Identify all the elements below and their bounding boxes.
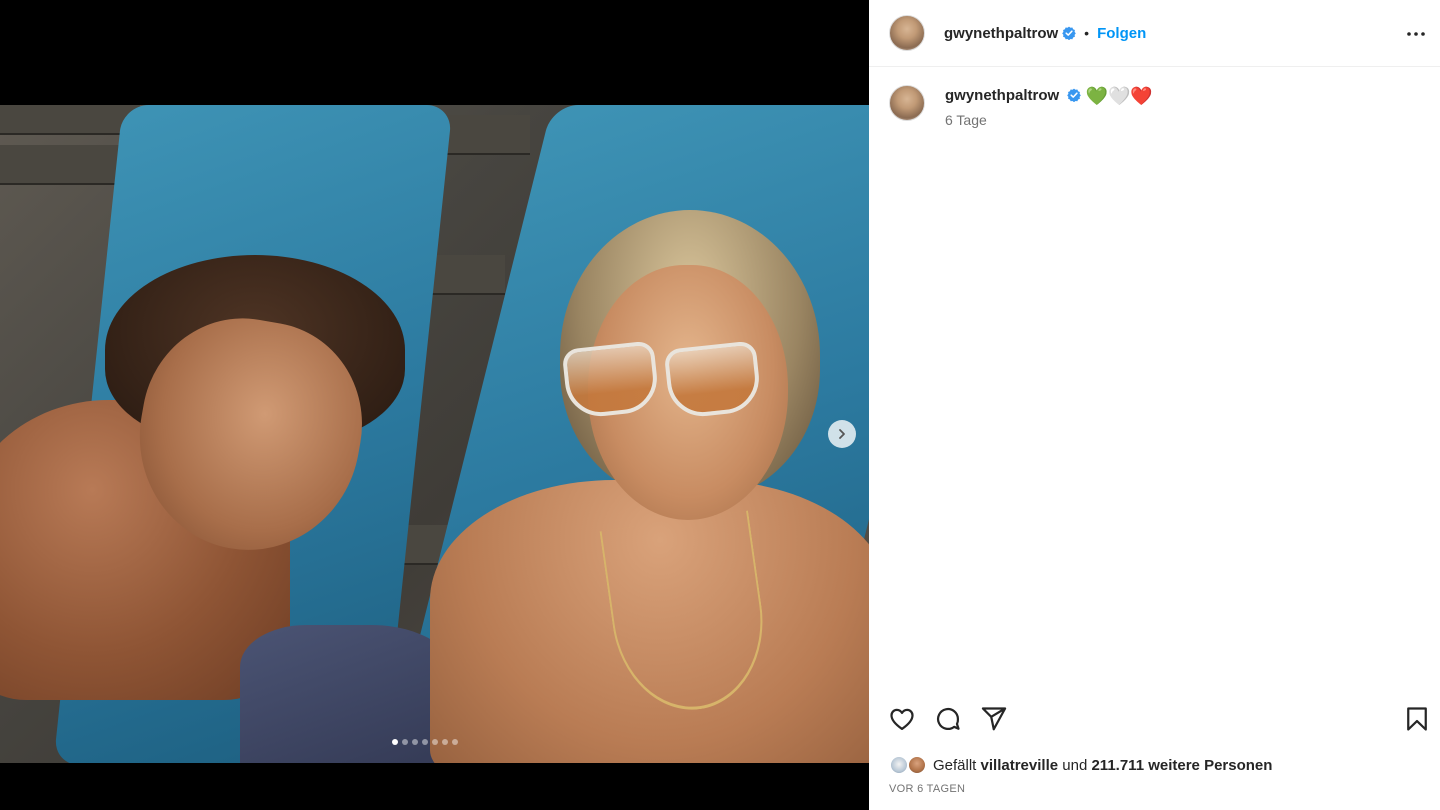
chevron-right-icon bbox=[839, 429, 845, 439]
carousel-dot bbox=[432, 739, 438, 745]
follow-button[interactable]: Folgen bbox=[1097, 25, 1146, 42]
heart-icon bbox=[890, 708, 914, 731]
verified-badge-icon bbox=[1067, 88, 1082, 102]
post-side-panel: gwynethpaltrow • Folgen gwynethpaltrow 💚… bbox=[869, 0, 1440, 810]
share-button[interactable] bbox=[980, 705, 1008, 733]
verified-badge-icon bbox=[1062, 26, 1076, 40]
sunglasses-lens-left bbox=[561, 340, 661, 420]
likes-summary: Gefällt villatreville und 211.711 weiter… bbox=[889, 753, 1272, 777]
red-heart-emoji: ❤️ bbox=[1130, 86, 1153, 107]
post-photo[interactable] bbox=[0, 105, 869, 763]
instagram-post-view: gwynethpaltrow • Folgen gwynethpaltrow 💚… bbox=[0, 0, 1440, 810]
comment-icon bbox=[937, 707, 960, 730]
likes-and: und bbox=[1062, 756, 1088, 774]
sunglasses bbox=[561, 340, 765, 420]
paper-plane-icon bbox=[981, 707, 1007, 731]
carousel-dot bbox=[422, 739, 428, 745]
post-actions-bar bbox=[869, 700, 1440, 740]
bookmark-icon bbox=[1407, 707, 1427, 731]
more-options-button[interactable] bbox=[1404, 22, 1428, 46]
caption-author-username[interactable]: gwynethpaltrow bbox=[945, 87, 1059, 104]
carousel-dot bbox=[392, 739, 398, 745]
save-button[interactable] bbox=[1403, 705, 1431, 733]
likes-first-user[interactable]: villatreville bbox=[981, 757, 1059, 774]
header-separator: • bbox=[1084, 25, 1090, 41]
caption-line: gwynethpaltrow 💚🤍❤️ bbox=[945, 85, 1153, 108]
sunglasses-lens-right bbox=[663, 340, 763, 420]
comment-button[interactable] bbox=[934, 705, 962, 733]
caption-age[interactable]: 6 Tage bbox=[945, 112, 1153, 128]
carousel-dots bbox=[392, 739, 458, 745]
more-options-icon bbox=[1407, 32, 1425, 36]
liker-avatar bbox=[907, 755, 927, 775]
post-media bbox=[0, 0, 869, 810]
deck-plank bbox=[0, 145, 120, 185]
carousel-dot bbox=[452, 739, 458, 745]
liker-avatar bbox=[889, 755, 909, 775]
carousel-dot bbox=[442, 739, 448, 745]
carousel-dot bbox=[412, 739, 418, 745]
post-caption: gwynethpaltrow 💚🤍❤️ 6 Tage bbox=[889, 85, 1153, 128]
post-header: gwynethpaltrow • Folgen bbox=[869, 0, 1440, 67]
carousel-next-button[interactable] bbox=[828, 420, 856, 448]
likes-others-count[interactable]: 211.711 weitere Personen bbox=[1091, 757, 1272, 774]
caption-author-avatar[interactable] bbox=[889, 85, 925, 121]
post-date[interactable]: VOR 6 TAGEN bbox=[889, 783, 965, 795]
author-username[interactable]: gwynethpaltrow bbox=[944, 25, 1058, 42]
caption-text-block: gwynethpaltrow 💚🤍❤️ 6 Tage bbox=[945, 85, 1153, 129]
like-button[interactable] bbox=[888, 705, 916, 733]
carousel-dot bbox=[402, 739, 408, 745]
liker-avatars[interactable] bbox=[889, 753, 933, 777]
white-heart-emoji: 🤍 bbox=[1107, 86, 1131, 108]
likes-prefix: Gefällt bbox=[933, 756, 977, 774]
green-heart-emoji: 💚 bbox=[1085, 86, 1108, 107]
author-avatar[interactable] bbox=[889, 15, 925, 51]
